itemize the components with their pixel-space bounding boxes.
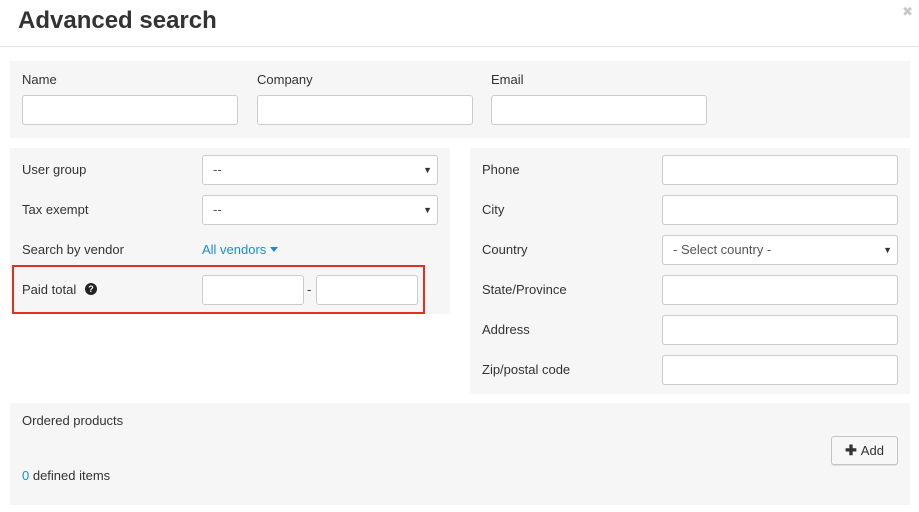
email-label: Email <box>491 72 524 87</box>
vendor-value: All vendors <box>202 242 267 257</box>
caret-down-icon: ▼ <box>423 205 432 215</box>
zip-postal-code-input[interactable] <box>662 355 898 385</box>
state-province-label: State/Province <box>482 282 567 297</box>
ordered-products-label: Ordered products <box>22 413 124 428</box>
country-value: - Select country - <box>673 242 772 257</box>
state-province-input[interactable] <box>662 275 898 305</box>
user-group-value: -- <box>213 162 222 177</box>
close-icon[interactable]: ✖ <box>902 4 913 20</box>
address-label: Address <box>482 322 530 337</box>
company-label: Company <box>257 72 313 87</box>
city-input[interactable] <box>662 195 898 225</box>
caret-down-icon: ▼ <box>883 245 892 255</box>
tax-exempt-label: Tax exempt <box>22 202 89 217</box>
user-group-label: User group <box>22 162 87 177</box>
phone-input[interactable] <box>662 155 898 185</box>
name-label: Name <box>22 72 57 87</box>
tax-exempt-select[interactable]: -- ▼ <box>202 195 438 225</box>
zip-postal-code-label: Zip/postal code <box>482 362 571 377</box>
defined-items-suffix: defined items <box>29 468 111 483</box>
vendor-dropdown-link[interactable]: All vendors <box>202 242 279 257</box>
name-input[interactable] <box>22 95 238 125</box>
company-input[interactable] <box>257 95 473 125</box>
caret-down-icon <box>270 247 279 252</box>
tax-exempt-value: -- <box>213 202 222 217</box>
add-product-button[interactable]: ✚ Add <box>831 436 898 465</box>
search-by-vendor-label: Search by vendor <box>22 242 124 257</box>
user-group-select[interactable]: -- ▼ <box>202 155 438 185</box>
paid-total-highlight <box>12 265 425 314</box>
address-input[interactable] <box>662 315 898 345</box>
city-label: City <box>482 202 505 217</box>
email-input[interactable] <box>491 95 707 125</box>
caret-down-icon: ▼ <box>423 165 432 175</box>
country-label: Country <box>482 242 528 257</box>
panel-ordered-products <box>10 403 910 505</box>
dialog-title: Advanced search <box>18 7 217 34</box>
defined-items-text: 0 defined items <box>22 468 110 483</box>
country-select[interactable]: - Select country - ▼ <box>662 235 898 265</box>
dialog-header: Advanced search ✖ <box>0 0 919 47</box>
phone-label: Phone <box>482 162 520 177</box>
add-button-label: Add <box>860 443 884 458</box>
plus-icon: ✚ <box>845 442 857 458</box>
